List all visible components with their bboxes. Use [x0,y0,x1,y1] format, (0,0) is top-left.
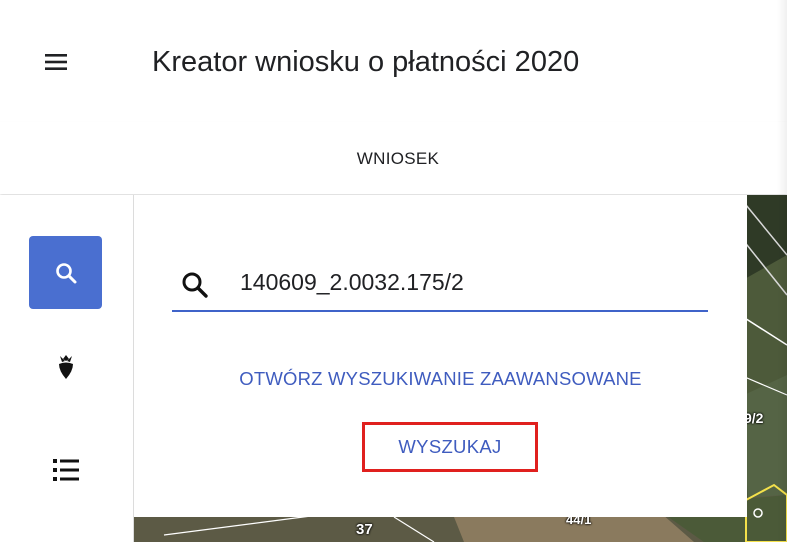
search-icon [180,270,210,300]
window-edge-shadow [777,0,787,542]
sidebar-item-crops[interactable] [29,330,102,403]
sidebar-item-search[interactable] [29,236,102,309]
search-button[interactable]: WYSZUKAJ [362,422,538,472]
sidebar [0,195,134,542]
search-field[interactable] [172,258,708,312]
list-icon [52,458,79,481]
search-icon [55,262,76,283]
tab-wniosek[interactable]: WNIOSEK [328,144,468,174]
hamburger-menu-button[interactable] [28,40,84,84]
app-window: Kreator wniosku o płatności 2020 WNIOSEK… [0,0,787,542]
map-parcel-label: 37 [356,521,373,538]
sidebar-item-list[interactable] [29,433,102,506]
hamburger-menu-icon [45,54,67,70]
search-input[interactable] [240,262,680,302]
tab-bar: WNIOSEK [0,122,787,194]
app-header: Kreator wniosku o płatności 2020 [0,0,787,122]
page-title: Kreator wniosku o płatności 2020 [152,46,580,78]
advanced-search-link[interactable]: OTWÓRZ WYSZUKIWANIE ZAAWANSOWANE [134,368,747,398]
beet-crop-icon [58,354,73,379]
